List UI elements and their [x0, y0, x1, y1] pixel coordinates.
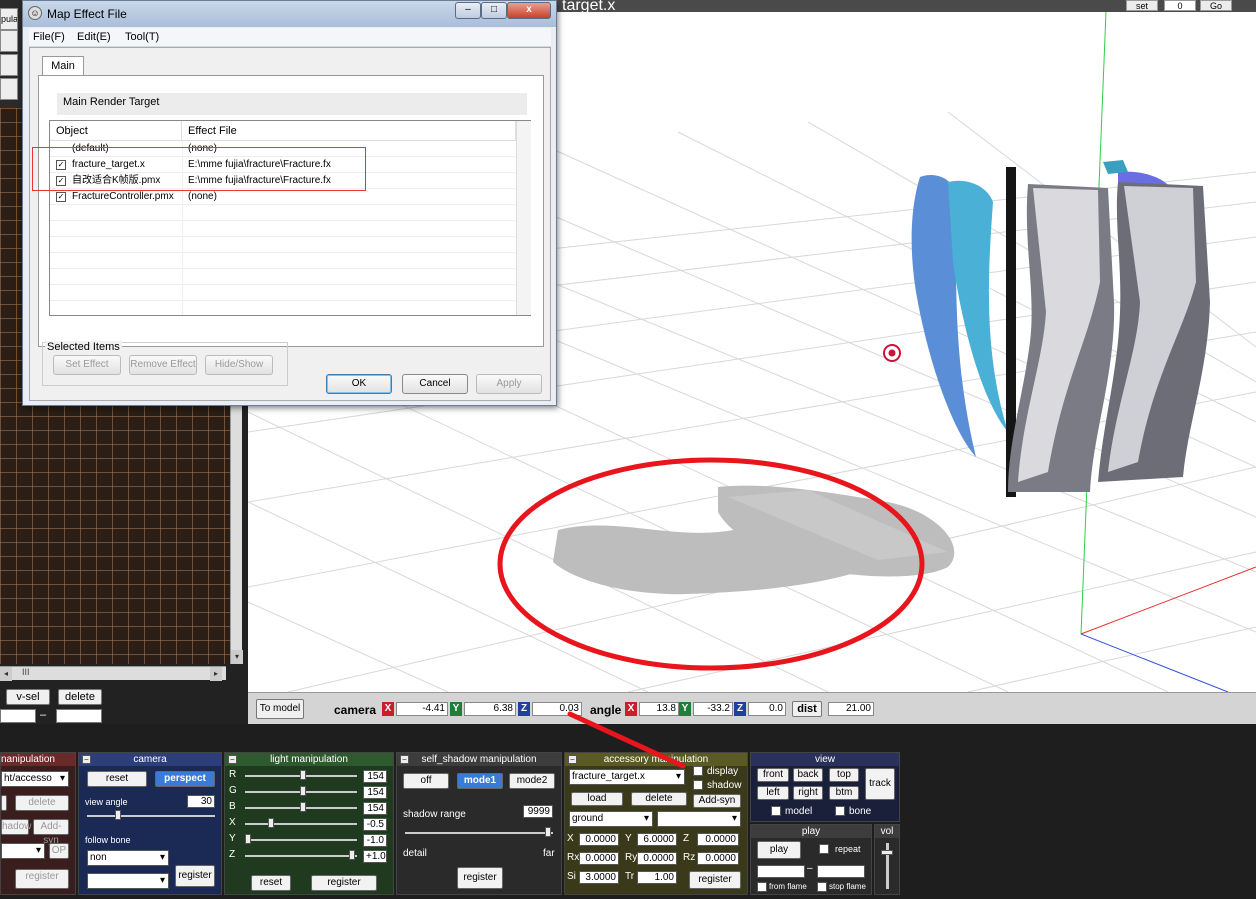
column-header-effect-file[interactable]: Effect File: [182, 121, 516, 141]
close-icon[interactable]: x: [507, 2, 551, 19]
set-effect-button[interactable]: Set Effect: [53, 355, 121, 375]
empty-list-row: [50, 221, 516, 237]
list-item[interactable]: ✓ FractureController.pmx (none): [50, 189, 516, 205]
cancel-button[interactable]: Cancel: [402, 374, 468, 394]
maximize-icon[interactable]: □: [481, 2, 507, 19]
render-target-label: Main Render Target: [57, 93, 527, 115]
dialog-body: Main Main Render Target Object Effect Fi…: [29, 47, 551, 401]
ok-button[interactable]: OK: [326, 374, 392, 394]
empty-list-row: [50, 269, 516, 285]
menu-edit[interactable]: Edit(E): [77, 31, 111, 43]
hide-show-button[interactable]: Hide/Show: [205, 355, 273, 375]
dialog-menubar: File(F) Edit(E) Tool(T): [29, 28, 551, 47]
dialog-title: Map Effect File: [47, 7, 127, 21]
empty-list-row: [50, 285, 516, 301]
selected-items-group: Selected Items Set Effect Remove Effect …: [42, 341, 288, 386]
row-object-name: FractureController.pmx: [72, 191, 174, 202]
menu-file[interactable]: File(F): [33, 31, 65, 43]
apply-button[interactable]: Apply: [476, 374, 542, 394]
selected-items-label: Selected Items: [45, 341, 122, 353]
list-vertical-scrollbar[interactable]: [516, 121, 531, 315]
row-checkbox[interactable]: ✓: [56, 192, 66, 202]
column-header-object[interactable]: Object: [50, 121, 182, 141]
annotation-rows-box: [32, 147, 366, 191]
dialog-titlebar[interactable]: ☺ Map Effect File – □ x: [23, 1, 556, 27]
empty-list-row: [50, 205, 516, 221]
remove-effect-button[interactable]: Remove Effect: [129, 355, 197, 375]
row-effect-file: (none): [188, 191, 217, 202]
annotation-arrow: [567, 711, 686, 769]
tab-page: Main Render Target Object Effect File (d…: [38, 75, 544, 347]
tab-main[interactable]: Main: [42, 56, 84, 76]
menu-tool[interactable]: Tool(T): [125, 31, 159, 43]
empty-list-row: [50, 253, 516, 269]
empty-list-row: [50, 237, 516, 253]
minimize-icon[interactable]: –: [455, 2, 481, 19]
app-icon: ☺: [28, 6, 42, 20]
map-effect-file-dialog: ☺ Map Effect File – □ x File(F) Edit(E) …: [22, 0, 557, 406]
